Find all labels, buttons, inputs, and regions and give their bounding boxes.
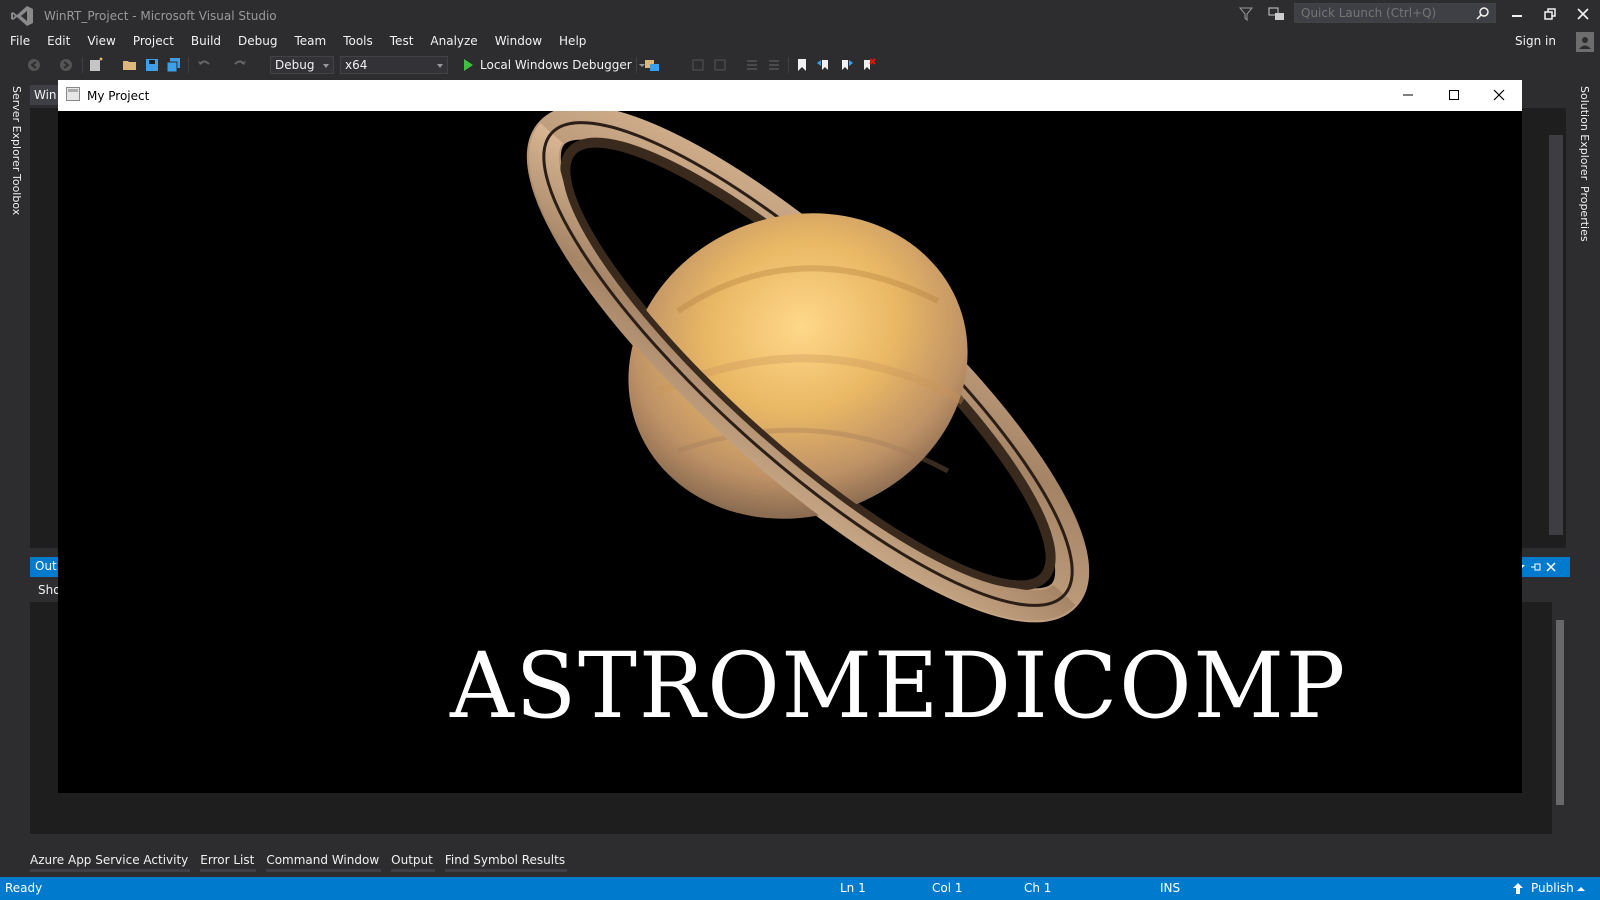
platform-value: x64 [345, 58, 368, 72]
tab-azure-app-service-activity[interactable]: Azure App Service Activity [30, 850, 191, 872]
output-horizontal-scrollbar[interactable] [30, 834, 1552, 848]
menu-window[interactable]: Window [485, 30, 549, 52]
publish-arrow-icon[interactable] [1512, 882, 1524, 895]
navigate-back-icon[interactable] [26, 57, 42, 73]
app-window-icon [66, 87, 80, 101]
status-text: Ready [5, 881, 43, 895]
tab-command-window[interactable]: Command Window [266, 850, 382, 872]
app-window-title: My Project [87, 89, 150, 103]
menu-file[interactable]: File [0, 30, 37, 52]
navigate-forward-icon[interactable] [58, 57, 74, 73]
tab-output[interactable]: Output [391, 850, 435, 872]
output-panel-controls [1516, 557, 1570, 577]
status-insert-mode: INS [1160, 881, 1181, 895]
status-bar: Ready Ln 1 Col 1 Ch 1 INS Publish [0, 877, 1600, 900]
astromedicomp-label: ASTROMEDICOMP [450, 633, 1348, 739]
browser-link-icon[interactable] [644, 57, 660, 73]
chevron-down-icon [323, 64, 329, 68]
menu-help[interactable]: Help [549, 30, 593, 52]
account-icon[interactable] [1576, 32, 1594, 52]
comment-out-icon[interactable] [744, 57, 760, 73]
window-title: WinRT_Project - Microsoft Visual Studio [44, 9, 277, 23]
menu-view[interactable]: View [77, 30, 122, 52]
app-close-button[interactable] [1476, 80, 1522, 110]
menu-bar: File Edit View Project Build Debug Team … [0, 30, 593, 52]
save-all-icon[interactable] [166, 57, 182, 73]
close-icon [1493, 89, 1505, 101]
notification-filter-icon[interactable] [1238, 6, 1254, 22]
quick-launch-box[interactable] [1294, 3, 1496, 23]
status-char: Ch 1 [1024, 881, 1052, 895]
publish-button[interactable]: Publish [1531, 881, 1574, 895]
step-over-icon[interactable] [712, 57, 728, 73]
minimize-icon [1512, 15, 1522, 17]
step-into-icon[interactable] [690, 57, 706, 73]
menu-test[interactable]: Test [380, 30, 421, 52]
ide-restore-button[interactable] [1533, 0, 1567, 28]
menu-edit[interactable]: Edit [37, 30, 77, 52]
close-icon [1577, 8, 1589, 20]
output-scroll-thumb[interactable] [1556, 620, 1564, 805]
tab-find-symbol-results[interactable]: Find Symbol Results [444, 850, 568, 872]
minimize-icon [1403, 94, 1413, 96]
app-minimize-button[interactable] [1385, 80, 1431, 110]
play-icon [464, 59, 473, 71]
menu-project[interactable]: Project [123, 30, 181, 52]
status-column: Col 1 [932, 881, 963, 895]
configuration-dropdown[interactable]: Debug [270, 56, 334, 74]
chevron-down-icon [437, 64, 443, 68]
bookmark-icon[interactable] [794, 57, 810, 73]
planet-body [628, 213, 968, 519]
solution-explorer-tab[interactable]: Solution Explorer [1578, 86, 1591, 180]
editor-scrollbar[interactable] [1549, 135, 1563, 535]
menu-team[interactable]: Team [284, 30, 333, 52]
output-panel-title: Out [35, 559, 57, 573]
uncomment-icon[interactable] [766, 57, 782, 73]
app-maximize-button[interactable] [1431, 80, 1477, 110]
sign-in-link[interactable]: Sign in [1515, 34, 1556, 48]
open-file-icon[interactable] [122, 57, 138, 73]
ide-minimize-button[interactable] [1500, 0, 1534, 28]
bottom-tool-tabs: Azure App Service Activity Error List Co… [30, 850, 568, 872]
search-icon[interactable] [1476, 6, 1490, 20]
ide-close-button[interactable] [1566, 0, 1600, 28]
server-explorer-tab[interactable]: Server Explorer [10, 86, 23, 171]
app-titlebar[interactable] [58, 80, 1522, 110]
pin-icon[interactable] [1530, 562, 1542, 572]
toolbox-tab[interactable]: Toolbox [10, 174, 23, 215]
status-line: Ln 1 [840, 881, 866, 895]
save-icon[interactable] [144, 57, 160, 73]
redo-icon[interactable] [232, 57, 248, 73]
start-debugging-button[interactable]: Local Windows Debugger [462, 56, 646, 74]
maximize-icon [1449, 90, 1459, 100]
new-project-icon[interactable] [88, 57, 104, 73]
menu-build[interactable]: Build [181, 30, 228, 52]
menu-tools[interactable]: Tools [333, 30, 380, 52]
properties-tab[interactable]: Properties [1578, 186, 1591, 242]
left-tool-rail: Server Explorer Toolbox [0, 80, 30, 880]
configuration-value: Debug [275, 58, 315, 72]
right-tool-rail: Solution Explorer Properties [1570, 80, 1600, 880]
chevron-up-icon[interactable] [1576, 885, 1586, 893]
restore-icon [1544, 8, 1556, 20]
menu-analyze[interactable]: Analyze [420, 30, 484, 52]
feedback-icon[interactable] [1268, 6, 1286, 22]
debugger-label: Local Windows Debugger [480, 58, 632, 72]
tab-error-list[interactable]: Error List [200, 850, 257, 872]
document-tab[interactable]: Win [30, 85, 58, 105]
platform-dropdown[interactable]: x64 [340, 56, 448, 74]
undo-icon[interactable] [196, 57, 212, 73]
visual-studio-logo-icon [11, 6, 33, 26]
standard-toolbar: Debug x64 Local Windows Debugger [0, 52, 1600, 78]
next-bookmark-icon[interactable] [838, 57, 854, 73]
clear-bookmarks-icon[interactable] [860, 57, 876, 73]
close-icon[interactable] [1546, 562, 1556, 572]
previous-bookmark-icon[interactable] [816, 57, 832, 73]
quick-launch-input[interactable] [1295, 4, 1477, 22]
menu-debug[interactable]: Debug [228, 30, 284, 52]
